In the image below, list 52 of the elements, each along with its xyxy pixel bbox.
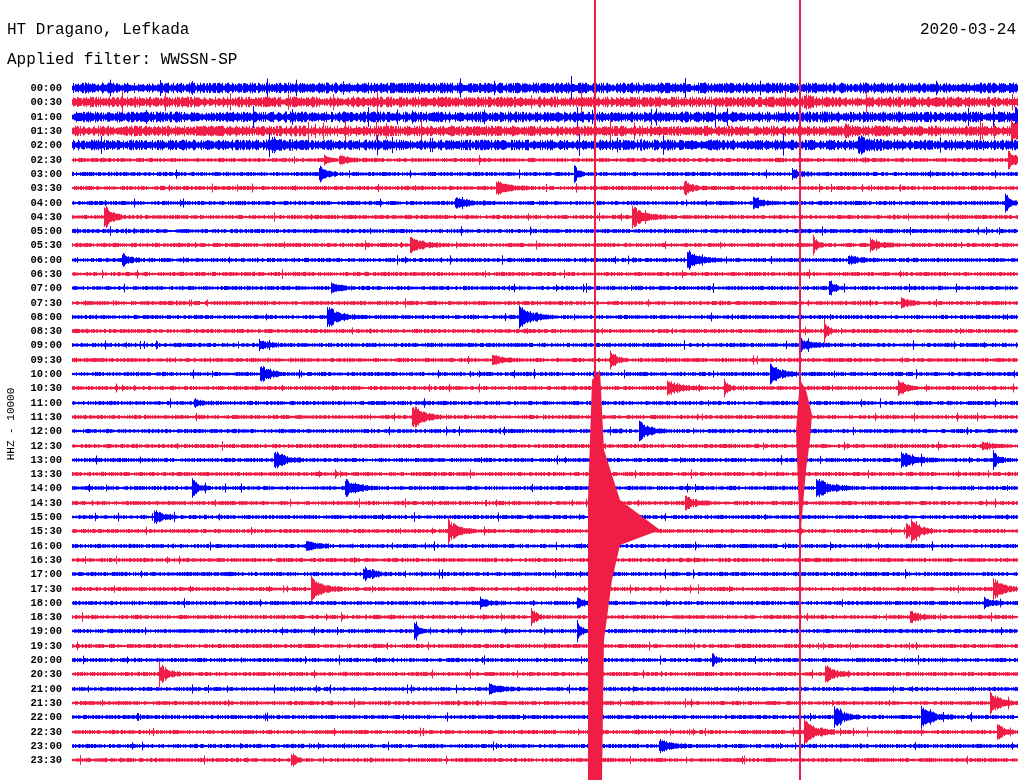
date-label: 2020-03-24 [920, 20, 1016, 40]
time-label: 22:30 [29, 725, 62, 738]
time-label: 08:00 [29, 310, 62, 323]
time-label: 01:00 [29, 110, 62, 123]
time-label: 05:30 [29, 239, 62, 252]
time-label: 18:30 [29, 611, 62, 624]
time-label: 16:30 [29, 553, 62, 566]
time-label: 05:00 [29, 225, 62, 238]
time-label: 12:30 [29, 439, 62, 452]
time-label: 17:00 [29, 568, 62, 581]
time-label: 00:30 [29, 96, 62, 109]
time-label: 12:00 [29, 425, 62, 438]
time-label: 11:30 [29, 410, 62, 423]
filter-label: Applied filter: WWSSN-SP [7, 50, 239, 70]
time-label: 04:30 [29, 210, 62, 223]
channel-axis-label: HHZ - 10000 [5, 387, 17, 461]
time-label: 13:00 [29, 453, 62, 466]
time-label: 14:30 [29, 496, 62, 509]
time-label: 20:00 [29, 654, 62, 666]
time-label: 14:00 [29, 482, 62, 495]
time-label: 17:30 [29, 582, 62, 595]
time-label: 22:00 [29, 711, 62, 724]
station-title: HT Dragano, Lefkada [7, 20, 190, 40]
time-label: 07:30 [29, 296, 62, 309]
time-label: 04:00 [29, 196, 62, 209]
time-label: 09:30 [29, 353, 62, 366]
time-label: 20:30 [29, 668, 62, 681]
time-label: 00:00 [29, 82, 62, 95]
time-label: 11:00 [29, 396, 62, 409]
time-label: 21:30 [29, 696, 62, 709]
time-label: 13:30 [29, 468, 62, 481]
time-label: 23:00 [29, 739, 62, 752]
time-label: 10:00 [29, 368, 62, 381]
time-label: 19:00 [29, 625, 62, 638]
time-label: 19:30 [29, 639, 62, 652]
time-label: 07:00 [29, 282, 62, 295]
time-label: 23:30 [29, 754, 62, 767]
time-label: 18:00 [29, 596, 62, 609]
time-label: 02:30 [29, 153, 62, 166]
time-label: 02:00 [29, 139, 62, 152]
time-label: 03:00 [29, 167, 62, 180]
time-label: 06:00 [29, 253, 62, 266]
time-label: 10:30 [29, 382, 62, 395]
time-label: 06:30 [29, 268, 62, 280]
time-label: 03:30 [29, 182, 62, 195]
time-label: 15:00 [29, 511, 62, 524]
time-label: 21:00 [29, 682, 62, 695]
time-label: 15:30 [29, 525, 62, 538]
time-label: 09:00 [29, 339, 62, 352]
time-label: 01:30 [29, 125, 62, 138]
time-label: 08:30 [29, 325, 62, 338]
time-label: 16:00 [29, 539, 62, 552]
